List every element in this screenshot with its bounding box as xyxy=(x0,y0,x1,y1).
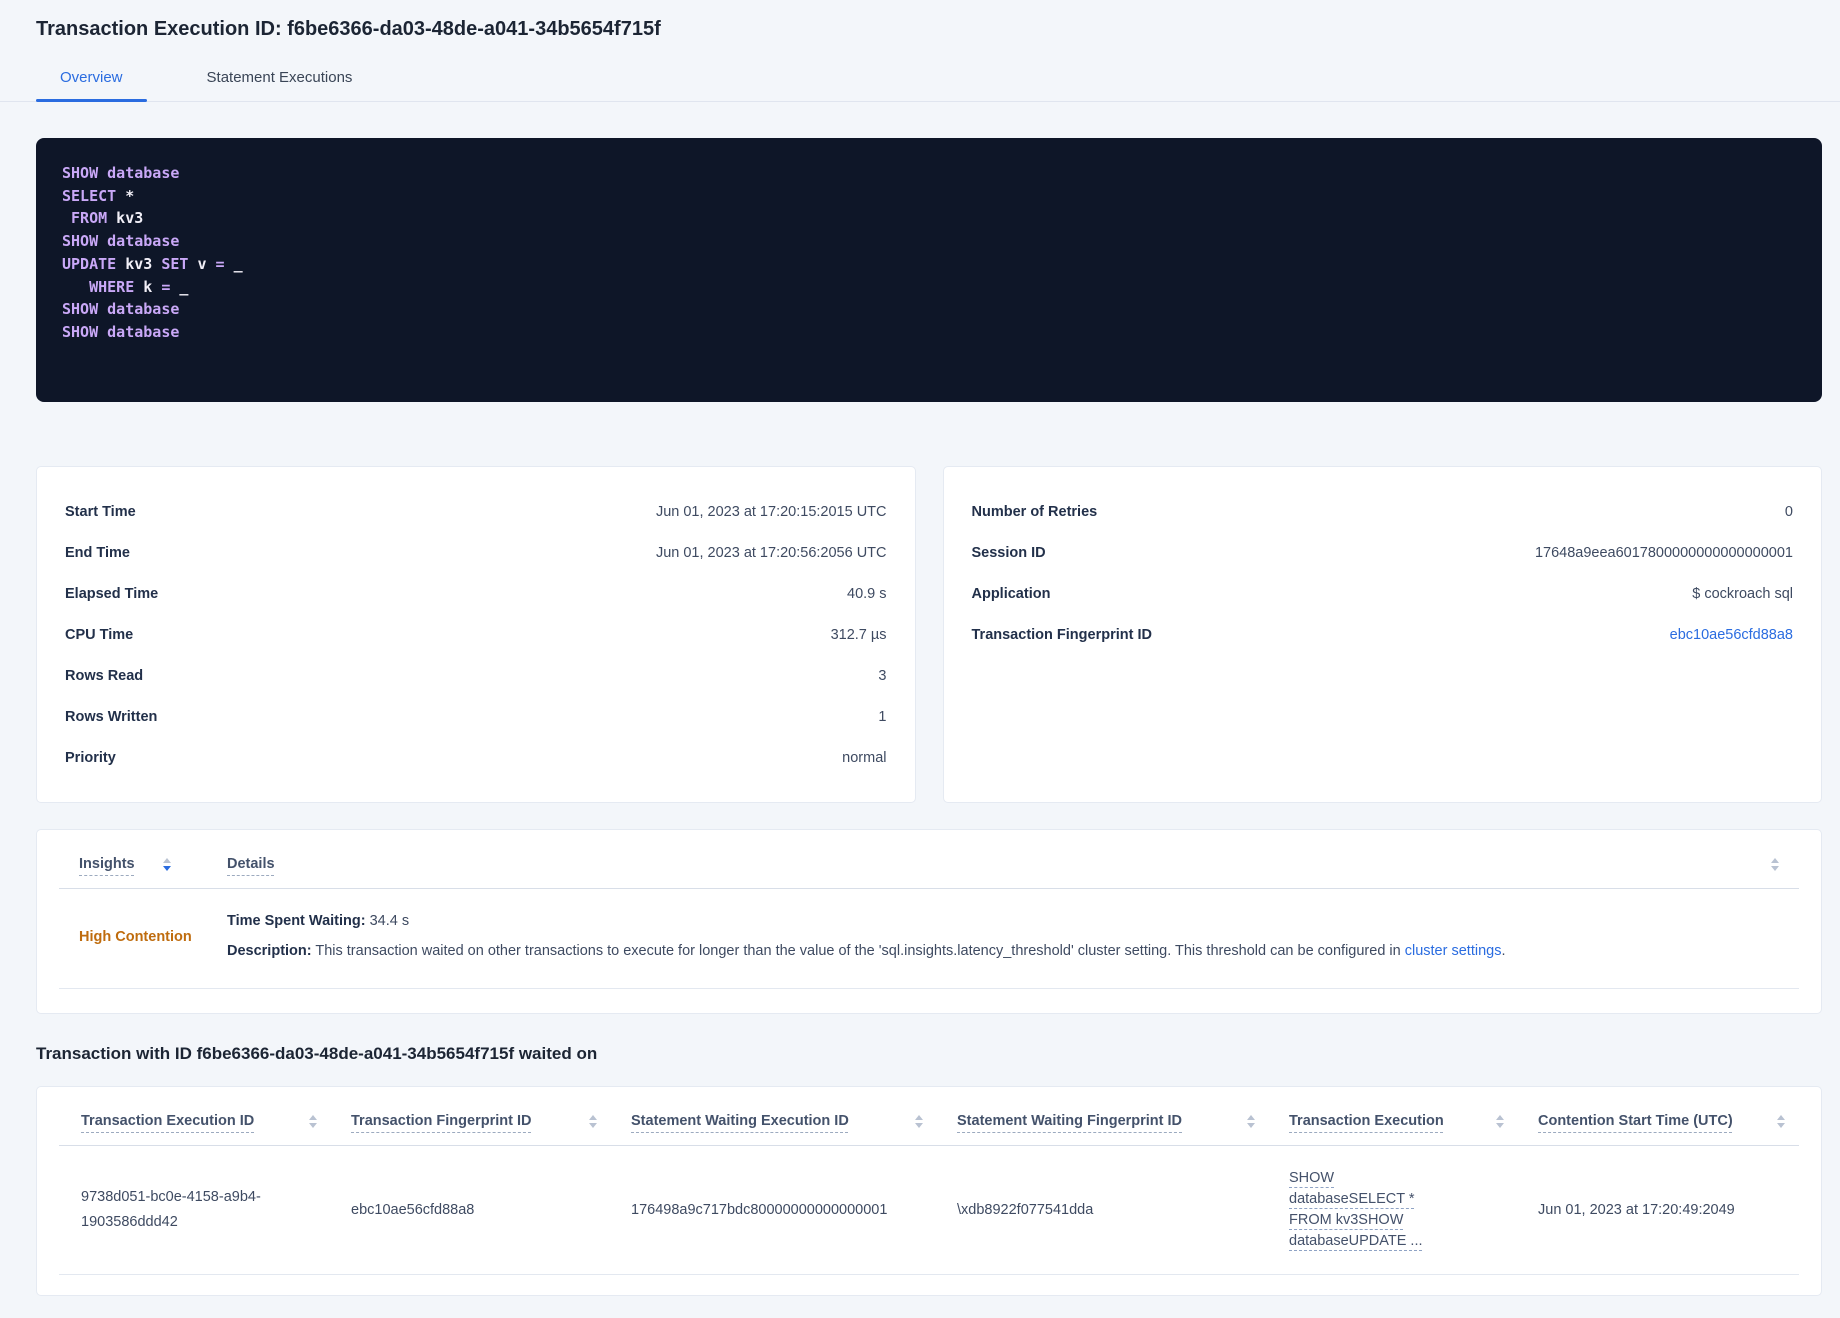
row-label: End Time xyxy=(65,544,130,561)
description-label: Description: xyxy=(227,943,312,959)
summary-row-rows-written: Rows Written 1 xyxy=(65,696,887,737)
row-value: 40.9 s xyxy=(847,585,887,602)
summary-cards: Start Time Jun 01, 2023 at 17:20:15:2015… xyxy=(36,466,1822,803)
cell-contention-start-time: Jun 01, 2023 at 17:20:49:2049 xyxy=(1538,1202,1735,1218)
waited-on-heading: Transaction with ID f6be6366-da03-48de-a… xyxy=(36,1044,598,1063)
time-spent-waiting-line: Time Spent Waiting: 34.4 s xyxy=(227,911,1779,932)
tab-statement-executions[interactable]: Statement Executions xyxy=(183,57,377,101)
sort-icon[interactable] xyxy=(1496,1114,1504,1128)
column-label[interactable]: Transaction Fingerprint ID xyxy=(351,1113,531,1129)
column-header-transaction-execution: Transaction Execution xyxy=(1289,1113,1538,1129)
column-header-statement-waiting-execution-id: Statement Waiting Execution ID xyxy=(631,1113,957,1129)
session-summary-card: Number of Retries 0 Session ID 17648a9ee… xyxy=(942,466,1822,803)
sort-icon[interactable] xyxy=(589,1114,597,1128)
insights-column-label[interactable]: Insights xyxy=(79,856,135,872)
column-header-statement-waiting-fingerprint-id: Statement Waiting Fingerprint ID xyxy=(957,1113,1289,1129)
cell-statement-waiting-execution-id: 176498a9c717bdc80000000000000001 xyxy=(631,1202,888,1218)
row-value: normal xyxy=(842,749,887,766)
description-line: Description: This transaction waited on … xyxy=(227,941,1779,962)
insights-table-card: Insights Details High Contention Time Sp… xyxy=(36,829,1822,1014)
sort-icon[interactable] xyxy=(1247,1114,1255,1128)
insights-table-header: Insights Details xyxy=(59,830,1799,889)
row-label: CPU Time xyxy=(65,626,134,643)
column-label[interactable]: Transaction Execution xyxy=(1289,1113,1444,1129)
transaction-fingerprint-link[interactable]: ebc10ae56cfd88a8 xyxy=(1670,627,1793,643)
summary-row-priority: Priority normal xyxy=(65,737,887,778)
sort-icon[interactable] xyxy=(309,1114,317,1128)
sql-line: SHOW database xyxy=(62,300,180,319)
sql-line: FROM kv3 xyxy=(71,209,144,228)
summary-row-retries: Number of Retries 0 xyxy=(972,491,1794,532)
sort-icon[interactable] xyxy=(915,1114,923,1128)
row-value: $ cockroach sql xyxy=(1692,585,1793,602)
row-label: Session ID xyxy=(971,544,1046,561)
cluster-settings-link[interactable]: cluster settings xyxy=(1405,943,1502,959)
row-label: Start Time xyxy=(65,503,136,520)
sql-code: SHOW database SELECT * FROM kv3 SHOW datab… xyxy=(62,162,1796,344)
waited-on-table-header: Transaction Execution ID Transaction Fin… xyxy=(59,1087,1799,1146)
row-value: Jun 01, 2023 at 17:20:15:2015 UTC xyxy=(655,503,887,520)
row-value: 0 xyxy=(1784,503,1793,520)
row-value: 3 xyxy=(878,667,887,684)
time-spent-waiting-value: 34.4 s xyxy=(365,913,410,929)
sql-line: SELECT * xyxy=(62,186,135,205)
waited-on-table-row: 9738d051-bc0e-4158-a9b4-1903586ddd42 ebc… xyxy=(59,1146,1799,1275)
row-label: Transaction Fingerprint ID xyxy=(971,626,1152,643)
tab-overview[interactable]: Overview xyxy=(36,57,147,102)
summary-row-elapsed-time: Elapsed Time 40.9 s xyxy=(65,573,887,614)
column-label[interactable]: Contention Start Time (UTC) xyxy=(1538,1113,1733,1129)
cell-transaction-execution: SHOW databaseSELECT * FROM kv3SHOW datab… xyxy=(1289,1168,1538,1252)
column-label[interactable]: Statement Waiting Fingerprint ID xyxy=(957,1113,1182,1129)
insight-row: High Contention Time Spent Waiting: 34.4… xyxy=(59,889,1799,989)
column-label[interactable]: Transaction Execution ID xyxy=(81,1113,254,1129)
row-value: 312.7 µs xyxy=(830,626,887,643)
cell-statement-waiting-fingerprint-id: \xdb8922f077541dda xyxy=(957,1202,1094,1218)
details-column-header: Details xyxy=(227,856,1779,872)
insight-type-label: High Contention xyxy=(79,928,192,945)
sort-icon[interactable] xyxy=(1771,857,1779,871)
row-label: Application xyxy=(971,585,1051,602)
row-value: Jun 01, 2023 at 17:20:56:2056 UTC xyxy=(655,544,887,561)
cell-transaction-fingerprint-id: ebc10ae56cfd88a8 xyxy=(351,1202,475,1218)
summary-row-transaction-fingerprint-id: Transaction Fingerprint ID ebc10ae56cfd8… xyxy=(972,614,1794,655)
row-value: 17648a9eea6017800000000000000001 xyxy=(1534,544,1793,561)
execution-summary-card: Start Time Jun 01, 2023 at 17:20:15:2015… xyxy=(36,466,916,803)
sql-line: WHERE k = _ xyxy=(89,277,189,296)
tab-bar: Overview Statement Executions xyxy=(0,57,1840,102)
row-label: Rows Written xyxy=(65,708,158,725)
description-suffix: . xyxy=(1501,943,1506,959)
row-value: 1 xyxy=(878,708,887,725)
insight-details-cell: Time Spent Waiting: 34.4 s Description: … xyxy=(227,911,1779,962)
sql-line: SHOW database xyxy=(62,232,180,251)
cell-transaction-execution-id: 9738d051-bc0e-4158-a9b4-1903586ddd42 xyxy=(81,1189,261,1230)
sql-statements-box: SHOW database SELECT * FROM kv3 SHOW datab… xyxy=(36,138,1822,402)
column-header-transaction-execution-id: Transaction Execution ID xyxy=(81,1113,351,1129)
summary-row-end-time: End Time Jun 01, 2023 at 17:20:56:2056 U… xyxy=(65,532,887,573)
summary-row-rows-read: Rows Read 3 xyxy=(65,655,887,696)
row-label: Priority xyxy=(65,749,116,766)
details-column-label[interactable]: Details xyxy=(227,856,275,872)
time-spent-waiting-label: Time Spent Waiting: xyxy=(227,913,366,929)
row-label: Elapsed Time xyxy=(65,585,159,602)
insights-column-header: Insights xyxy=(79,856,227,872)
column-header-transaction-fingerprint-id: Transaction Fingerprint ID xyxy=(351,1113,631,1129)
row-label: Number of Retries xyxy=(971,503,1098,520)
description-text: This transaction waited on other transac… xyxy=(311,943,1405,959)
transaction-execution-statement-link[interactable]: SHOW databaseSELECT * FROM kv3SHOW datab… xyxy=(1289,1168,1454,1252)
sql-line: SHOW database xyxy=(62,322,180,341)
sql-line: SHOW database xyxy=(62,164,180,182)
waited-on-table-card: Transaction Execution ID Transaction Fin… xyxy=(36,1086,1822,1296)
sort-icon[interactable] xyxy=(1777,1114,1785,1128)
page-title: Transaction Execution ID: f6be6366-da03-… xyxy=(36,18,661,40)
summary-row-cpu-time: CPU Time 312.7 µs xyxy=(65,614,887,655)
row-label: Rows Read xyxy=(65,667,144,684)
transaction-details-page: Transaction Execution ID: f6be6366-da03-… xyxy=(0,0,1840,1296)
sql-line: UPDATE kv3 SET v = _ xyxy=(62,254,243,273)
summary-row-start-time: Start Time Jun 01, 2023 at 17:20:15:2015… xyxy=(65,491,887,532)
summary-row-application: Application $ cockroach sql xyxy=(972,573,1794,614)
summary-row-session-id: Session ID 17648a9eea6017800000000000000… xyxy=(972,532,1794,573)
sort-icon[interactable] xyxy=(162,857,171,871)
column-header-contention-start-time: Contention Start Time (UTC) xyxy=(1538,1113,1789,1129)
column-label[interactable]: Statement Waiting Execution ID xyxy=(631,1113,849,1129)
